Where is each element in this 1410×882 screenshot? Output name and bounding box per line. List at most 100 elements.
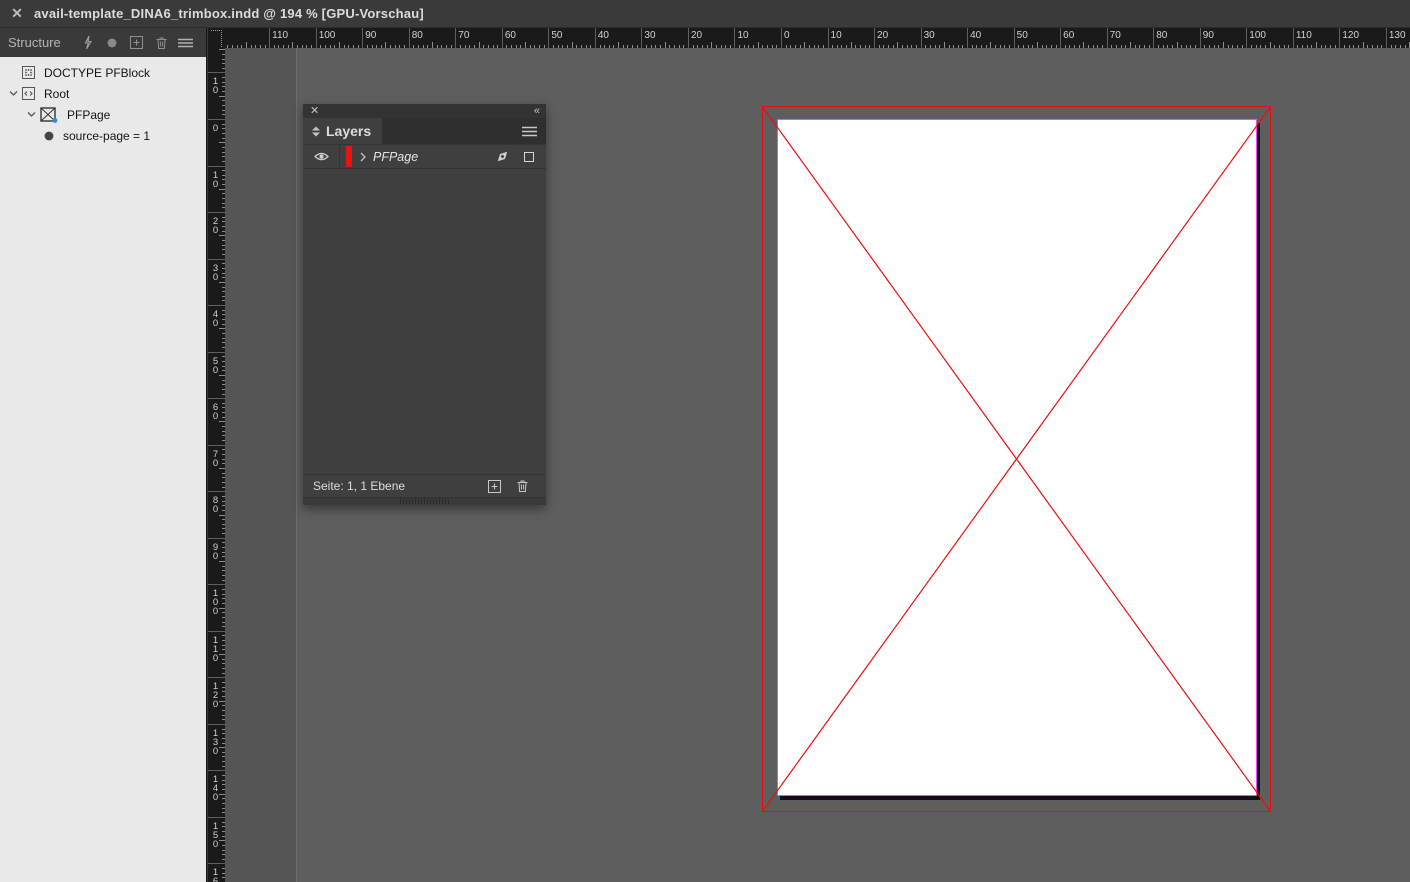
ruler-tick [219, 747, 225, 749]
ruler-tick [836, 45, 838, 48]
ruler-tick [222, 342, 225, 344]
target-square-icon[interactable] [524, 151, 534, 162]
tree-item-label: DOCTYPE PFBlock [44, 65, 151, 80]
pen-icon [495, 149, 510, 164]
ruler-tick [343, 45, 345, 48]
ruler-tick [208, 863, 225, 865]
ruler-tick [1250, 45, 1252, 48]
delete-layer-button[interactable] [508, 479, 536, 493]
ruler-tick [1078, 45, 1080, 48]
ruler-tick [222, 435, 225, 437]
ruler-tick [799, 45, 801, 48]
tree-item-label: Root [44, 86, 70, 101]
tab-layers[interactable]: Layers [303, 118, 383, 144]
panel-menu-icon[interactable] [173, 32, 198, 54]
layer-name[interactable]: PFPage [373, 150, 495, 164]
tree-item-doctype[interactable]: DOCTYPE PFBlock [0, 62, 206, 83]
ruler-label: 40 [597, 30, 609, 41]
ruler-tick [1344, 45, 1345, 48]
ruler-tick [222, 598, 225, 600]
ruler-tick [995, 45, 997, 48]
close-document-icon[interactable]: ✕ [0, 5, 34, 22]
ruler-label: 10 [737, 30, 749, 41]
ruler-tick [320, 45, 322, 48]
ruler-tick [1046, 45, 1048, 48]
ruler-tick [1227, 45, 1229, 48]
ruler-label: 100 [1249, 30, 1266, 41]
ruler-tick [222, 132, 225, 134]
ruler-origin-box[interactable] [208, 28, 225, 48]
ruler-tick [1022, 45, 1024, 48]
ruler-tick [1125, 45, 1127, 48]
ruler-tick [720, 45, 722, 48]
ruler-tick [776, 45, 778, 48]
ruler-tick [781, 28, 782, 48]
ruler-tick [906, 45, 908, 48]
ruler-tick [459, 45, 461, 48]
ruler-tick [925, 45, 927, 48]
collapse-toggle-icon[interactable] [311, 126, 321, 137]
ruler-tick [222, 602, 225, 604]
ruler-tick [432, 42, 434, 48]
ruler-tick [1139, 45, 1141, 48]
ruler-tick [219, 188, 225, 190]
ruler-tick [222, 230, 225, 232]
vertical-ruler[interactable]: 1 0 0 1 0 2 0 3 0 4 0 5 0 6 0 7 0 8 0 9 0 1 0 0 1 1 … [208, 28, 225, 882]
ruler-tick [222, 454, 225, 456]
ruler-tick [222, 58, 225, 60]
ruler-label: 130 [1388, 30, 1406, 41]
panel-menu-icon[interactable] [513, 118, 546, 144]
ruler-tick [967, 28, 969, 48]
visibility-toggle[interactable] [303, 145, 340, 168]
ruler-tick [1074, 45, 1076, 48]
ruler-tick [725, 45, 727, 48]
ruler-tick [469, 45, 471, 48]
ruler-tick [753, 45, 755, 48]
ruler-tick [529, 45, 531, 48]
layer-row-pfpage[interactable]: PFPage [303, 144, 546, 169]
tree-item-attribute[interactable]: source-page = 1 [0, 125, 206, 146]
ruler-tick [222, 226, 225, 228]
ruler-tick [562, 45, 564, 48]
ruler-tick [222, 184, 225, 186]
ruler-tick [790, 45, 792, 48]
collapse-panel-icon[interactable]: « [534, 106, 540, 117]
ruler-tick [594, 28, 596, 48]
ruler-tick [413, 45, 415, 48]
ruler-tick [813, 45, 815, 48]
circle-icon[interactable] [99, 32, 124, 54]
chevron-down-icon[interactable] [6, 90, 20, 97]
tree-item-root[interactable]: Root [0, 83, 206, 104]
ruler-tick [1306, 45, 1308, 48]
ruler-tick [976, 45, 978, 48]
eye-icon [313, 152, 329, 161]
placeholder-frame[interactable] [762, 106, 1271, 812]
ruler-label: 70 [458, 30, 470, 41]
ruler-label: 20 [877, 30, 889, 41]
ruler-tick [981, 45, 983, 48]
ruler-tick [222, 872, 225, 874]
new-layer-button[interactable] [480, 479, 508, 493]
ruler-tick [219, 328, 225, 330]
ruler-tick [241, 45, 243, 48]
ruler-tick [1181, 45, 1183, 48]
ruler-tick [1302, 45, 1304, 48]
ruler-tick [222, 402, 225, 404]
horizontal-ruler[interactable]: 110 100 90 80 70 60 50 40 30 20 10 0 10 20 30 40 50 60 70 8… [225, 28, 1410, 48]
add-icon[interactable] [124, 32, 149, 54]
lightning-icon[interactable] [75, 32, 100, 54]
ruler-tick [287, 45, 289, 48]
ruler-tick [222, 202, 225, 204]
ruler-tick [222, 714, 225, 716]
ruler-label: 9 0 [212, 541, 219, 562]
chevron-down-icon[interactable] [24, 111, 38, 118]
tree-item-label: PFPage [67, 107, 111, 122]
ruler-tick [334, 45, 336, 48]
chevron-right-icon[interactable] [360, 152, 366, 162]
tree-item-pfpage[interactable]: PFPage [0, 104, 206, 125]
trash-icon[interactable] [149, 32, 174, 54]
close-panel-icon[interactable]: ✕ [310, 106, 319, 117]
ruler-tick [222, 384, 225, 386]
panel-resize-handle[interactable] [303, 497, 546, 505]
ruler-tick [1385, 28, 1387, 48]
